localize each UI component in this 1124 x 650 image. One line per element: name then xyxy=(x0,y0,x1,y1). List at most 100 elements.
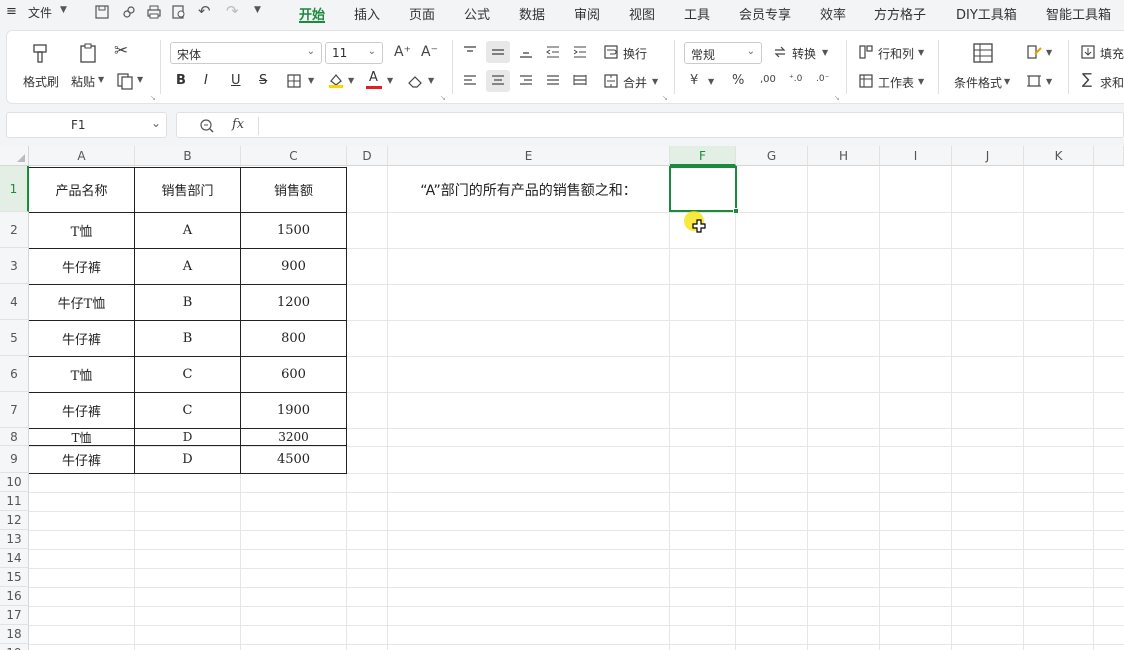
currency-button[interactable]: ¥ xyxy=(690,73,698,88)
border-icon[interactable] xyxy=(286,73,302,89)
table-style-icon[interactable] xyxy=(1026,73,1042,89)
tab-diy-toolbox[interactable]: DIY工具箱 xyxy=(956,4,1017,23)
row-header-1[interactable]: 1 xyxy=(0,166,29,212)
table-cell-department[interactable]: B xyxy=(135,285,240,320)
column-header-e[interactable]: E xyxy=(388,146,670,166)
increase-indent-icon[interactable] xyxy=(572,44,588,60)
merge-icon[interactable] xyxy=(603,73,619,89)
cut-icon[interactable]: ✂ xyxy=(114,41,128,61)
print-icon[interactable] xyxy=(146,4,162,20)
column-header-f[interactable]: F xyxy=(670,146,736,166)
chevron-down-icon[interactable]: ▼ xyxy=(1046,77,1052,86)
formula-input[interactable]: fx xyxy=(176,112,1124,138)
increase-decimal-icon[interactable]: ⁺.0 xyxy=(789,74,802,84)
group-launcher-icon[interactable]: ↘ xyxy=(440,94,446,102)
chevron-down-icon[interactable]: ⌄ xyxy=(151,116,161,130)
table-cell-department[interactable]: A xyxy=(135,249,240,284)
table-cell-product[interactable]: 牛仔T恤 xyxy=(29,285,134,320)
tab-view[interactable]: 视图 xyxy=(629,4,655,23)
fill-color-icon[interactable] xyxy=(327,71,345,89)
tab-efficiency[interactable]: 效率 xyxy=(820,4,846,23)
table-cell-department[interactable]: D xyxy=(135,429,240,445)
table-cell-department[interactable]: D xyxy=(135,446,240,473)
print-preview-icon[interactable] xyxy=(171,4,187,20)
align-left-icon[interactable] xyxy=(462,73,478,89)
column-header-l[interactable] xyxy=(1094,146,1124,166)
table-cell-sales[interactable]: 1500 xyxy=(241,213,346,248)
fill-handle[interactable] xyxy=(733,208,739,214)
column-header-d[interactable]: D xyxy=(347,146,388,166)
wrap-text-icon[interactable] xyxy=(603,44,619,60)
convert-icon[interactable] xyxy=(772,44,788,60)
chevron-down-icon[interactable]: ▼ xyxy=(1004,77,1010,86)
table-cell-product[interactable]: 牛仔裤 xyxy=(29,393,134,428)
conditional-format-icon[interactable] xyxy=(972,42,994,64)
paste-icon[interactable] xyxy=(77,42,99,64)
table-cell-product[interactable]: 牛仔裤 xyxy=(29,249,134,284)
italic-button[interactable]: I xyxy=(204,73,208,88)
row-header-9[interactable]: 9 xyxy=(0,446,29,473)
column-header-j[interactable]: J xyxy=(952,146,1024,166)
rows-cols-icon[interactable] xyxy=(858,44,874,60)
row-header-17[interactable]: 17 xyxy=(0,606,29,625)
chevron-down-icon[interactable]: ▼ xyxy=(918,48,924,57)
chevron-down-icon[interactable]: ▼ xyxy=(254,5,261,15)
row-header-6[interactable]: 6 xyxy=(0,356,29,392)
undo-icon[interactable]: ↶ xyxy=(198,2,211,20)
cell-style-icon[interactable] xyxy=(1026,44,1044,60)
chevron-down-icon[interactable]: ▼ xyxy=(708,77,714,86)
row-header-19[interactable]: 19 xyxy=(0,644,29,650)
justify-icon[interactable] xyxy=(545,73,561,89)
chevron-down-icon[interactable]: ▼ xyxy=(137,75,143,84)
table-cell-sales[interactable]: 4500 xyxy=(241,446,346,473)
row-header-4[interactable]: 4 xyxy=(0,284,29,320)
table-cell-sales[interactable]: 3200 xyxy=(241,429,346,445)
function-wizard-button[interactable]: fx xyxy=(232,117,244,132)
table-header-department[interactable]: 销售部门 xyxy=(135,167,240,212)
row-header-16[interactable]: 16 xyxy=(0,587,29,606)
row-header-15[interactable]: 15 xyxy=(0,568,29,587)
group-launcher-icon[interactable]: ↘ xyxy=(662,94,668,102)
selected-cell-f1[interactable] xyxy=(669,166,737,212)
zoom-icon[interactable] xyxy=(199,118,215,134)
column-header-i[interactable]: I xyxy=(880,146,952,166)
hamburger-icon[interactable]: ≡ xyxy=(6,4,17,19)
table-cell-sales[interactable]: 600 xyxy=(241,357,346,392)
column-header-h[interactable]: H xyxy=(808,146,880,166)
autosum-icon[interactable]: ∑ xyxy=(1082,70,1092,88)
chevron-down-icon[interactable]: ▼ xyxy=(918,77,924,86)
row-header-11[interactable]: 11 xyxy=(0,492,29,511)
format-painter-label[interactable]: 格式刷 xyxy=(23,73,59,90)
group-launcher-icon[interactable]: ↘ xyxy=(834,94,840,102)
merge-label[interactable]: 合并 xyxy=(623,74,647,91)
table-cell-product[interactable]: 牛仔裤 xyxy=(29,446,134,473)
thousand-separator-icon[interactable]: ,00 xyxy=(760,74,776,85)
align-right-icon[interactable] xyxy=(518,73,534,89)
row-header-14[interactable]: 14 xyxy=(0,549,29,568)
tab-page[interactable]: 页面 xyxy=(409,4,435,23)
font-size-select[interactable]: 11 ⌄ xyxy=(325,42,383,64)
row-header-5[interactable]: 5 xyxy=(0,320,29,356)
underline-button[interactable]: U xyxy=(231,73,241,88)
file-menu[interactable]: 文件 xyxy=(28,4,52,21)
row-header-12[interactable]: 12 xyxy=(0,511,29,530)
distributed-align-icon[interactable] xyxy=(572,73,588,89)
select-all-corner[interactable] xyxy=(0,146,29,166)
chevron-down-icon[interactable]: ▼ xyxy=(822,48,828,57)
number-format-select[interactable]: 常规 ⌄ xyxy=(684,42,762,64)
row-header-2[interactable]: 2 xyxy=(0,212,29,248)
row-header-10[interactable]: 10 xyxy=(0,473,29,492)
column-header-c[interactable]: C xyxy=(241,146,347,166)
chevron-down-icon[interactable]: ▼ xyxy=(1046,48,1052,57)
tab-review[interactable]: 审阅 xyxy=(574,4,600,23)
wrap-text-label[interactable]: 换行 xyxy=(623,45,647,62)
worksheet-label[interactable]: 工作表 xyxy=(878,74,914,91)
tab-data[interactable]: 数据 xyxy=(519,4,545,23)
table-cell-product[interactable]: T恤 xyxy=(29,357,134,392)
column-header-b[interactable]: B xyxy=(135,146,241,166)
tab-insert[interactable]: 插入 xyxy=(354,4,380,23)
table-header-product[interactable]: 产品名称 xyxy=(29,167,134,212)
align-bottom-icon[interactable] xyxy=(518,44,534,60)
table-cell-department[interactable]: C xyxy=(135,393,240,428)
spreadsheet-grid[interactable]: A B C D E F G H I J K 1 2 3 4 5 6 7 8 9 … xyxy=(0,146,1124,650)
